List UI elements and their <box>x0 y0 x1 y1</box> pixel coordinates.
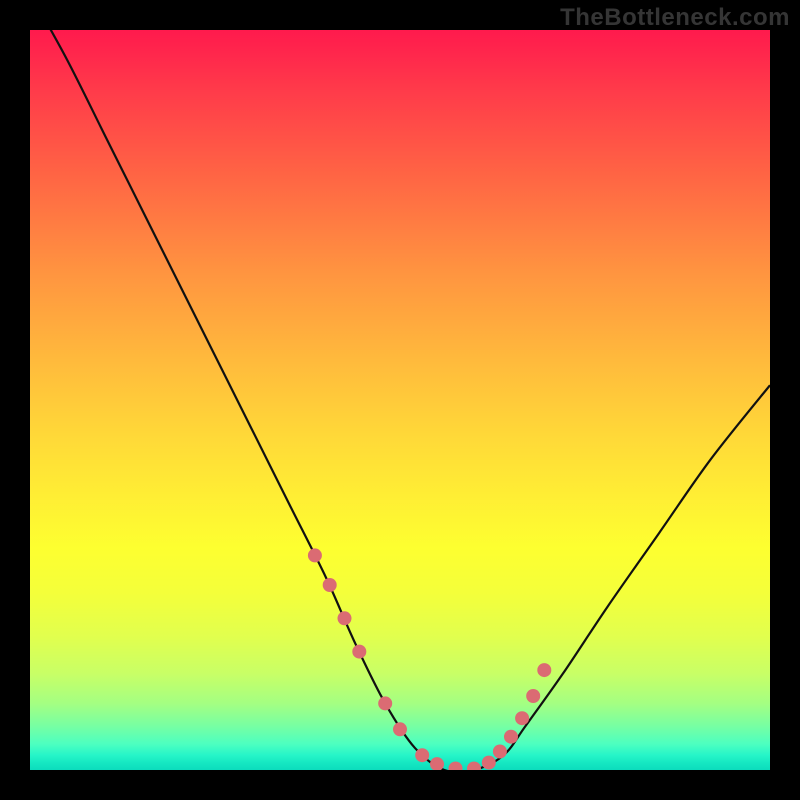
highlight-dot <box>378 696 392 710</box>
highlight-dots-group <box>308 548 551 770</box>
chart-svg <box>30 30 770 770</box>
highlight-dot <box>430 757 444 770</box>
highlight-dot <box>393 722 407 736</box>
highlight-dot <box>482 756 496 770</box>
watermark-text: TheBottleneck.com <box>560 4 790 32</box>
highlight-dot <box>504 730 518 744</box>
highlight-dot <box>537 663 551 677</box>
chart-frame: TheBottleneck.com <box>0 0 800 800</box>
highlight-dot <box>515 711 529 725</box>
highlight-dot <box>338 611 352 625</box>
highlight-dot <box>493 745 507 759</box>
highlight-dot <box>415 748 429 762</box>
highlight-dot <box>467 762 481 771</box>
highlight-dot <box>449 762 463 771</box>
plot-area <box>30 30 770 770</box>
highlight-dot <box>308 548 322 562</box>
highlight-dot <box>526 689 540 703</box>
highlight-dot <box>352 645 366 659</box>
bottleneck-curve-path <box>30 30 770 770</box>
highlight-dot <box>323 578 337 592</box>
